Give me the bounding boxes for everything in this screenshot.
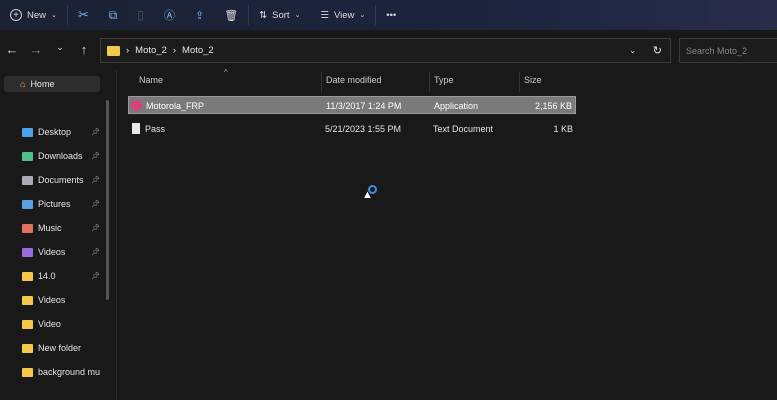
delete-button[interactable]: 🗑︎ (214, 0, 248, 30)
paste-button[interactable]: ▯ (127, 0, 154, 30)
sort-ascending-icon: ^ (224, 68, 228, 77)
chevron-down-icon: ⌄ (51, 12, 57, 19)
sidebar-item[interactable]: background mu (22, 364, 106, 380)
pin-icon[interactable]: 📌︎ (91, 272, 100, 280)
pin-icon[interactable]: 📌︎ (91, 200, 100, 208)
copy-button[interactable]: ⧉ (99, 0, 128, 30)
pin-icon[interactable]: 📌︎ (91, 224, 100, 232)
folder-icon (22, 271, 33, 281)
sidebar-item[interactable]: Desktop 📌︎ (22, 124, 106, 140)
file-row[interactable]: Pass 5/21/2023 1:55 PM Text Document 1 K… (128, 120, 576, 138)
documents-icon (22, 175, 33, 185)
new-button[interactable]: + New ⌄ (0, 0, 67, 30)
share-button[interactable]: ⇪ (185, 0, 214, 30)
sidebar-item-home[interactable]: ⌂ Home (4, 76, 100, 92)
sidebar-item[interactable]: New folder (22, 340, 106, 356)
sidebar: ⌂ Home Desktop 📌︎ Downloads 📌︎ Documents 📌︎ Pic… (0, 70, 110, 400)
share-icon: ⇪ (194, 9, 205, 22)
pin-icon[interactable]: 📌︎ (91, 248, 100, 256)
back-button[interactable]: ← (0, 42, 24, 57)
rename-icon: Ⓐ (163, 10, 175, 22)
file-row[interactable]: Motorola_FRP 11/3/2017 1:24 PM Applicati… (128, 96, 576, 114)
column-divider (519, 72, 520, 92)
column-header-date[interactable]: Date modified (326, 75, 382, 85)
sidebar-item[interactable]: Videos 📌︎ (22, 244, 106, 260)
view-button[interactable]: ☰ View ⌄ (310, 0, 375, 30)
pin-icon[interactable]: 📌︎ (91, 176, 100, 184)
column-header-type[interactable]: Type (434, 75, 454, 85)
rename-button[interactable]: Ⓐ (154, 0, 185, 30)
column-header-size[interactable]: Size (524, 75, 542, 85)
sort-icon: ⇅ (259, 9, 268, 21)
sidebar-scrollbar[interactable] (106, 100, 109, 300)
refresh-icon[interactable]: ↻ (653, 44, 662, 57)
pin-icon[interactable]: 📌︎ (91, 128, 100, 136)
desktop-icon (22, 127, 33, 137)
recent-dropdown[interactable]: ⌄ (48, 42, 72, 57)
chevron-down-icon[interactable]: ⌄ (629, 46, 636, 55)
music-icon (22, 223, 33, 233)
up-button[interactable]: ↑ (72, 42, 96, 57)
column-divider (321, 72, 322, 92)
home-icon: ⌂ (20, 79, 26, 89)
more-button[interactable]: ••• (376, 0, 406, 30)
sidebar-item[interactable]: Downloads 📌︎ (22, 148, 106, 164)
navigation-bar: ← → ⌄ ↑ › Moto_2 › Moto_2 ⌄ ↻ Search Mot… (0, 36, 777, 66)
cut-button[interactable]: ✂ (68, 0, 99, 30)
search-input[interactable]: Search Moto_2 (679, 38, 777, 63)
view-icon: ☰ (320, 9, 329, 21)
divider (116, 70, 117, 400)
breadcrumb[interactable]: Moto_2 (182, 45, 214, 56)
sidebar-item[interactable]: Videos (22, 292, 106, 308)
chevron-down-icon: ⌄ (359, 12, 366, 19)
folder-icon (22, 343, 33, 353)
text-document-icon (132, 123, 140, 134)
folder-icon (107, 45, 120, 56)
pictures-icon (22, 199, 33, 209)
application-icon (131, 100, 142, 111)
plus-icon: + (10, 9, 22, 21)
chevron-down-icon: ⌄ (294, 12, 301, 19)
trash-icon: 🗑︎ (224, 9, 239, 22)
sidebar-item[interactable]: Video (22, 316, 106, 332)
sidebar-item[interactable]: Documents 📌︎ (22, 172, 106, 188)
folder-icon (22, 295, 33, 305)
paste-icon: ▯ (137, 8, 144, 22)
column-divider (429, 72, 430, 92)
folder-icon (22, 367, 33, 377)
sidebar-item[interactable]: Music 📌︎ (22, 220, 106, 236)
address-bar[interactable]: › Moto_2 › Moto_2 ⌄ ↻ (100, 38, 671, 63)
scissors-icon: ✂ (77, 7, 89, 22)
sort-button[interactable]: ⇅ Sort ⌄ (249, 0, 310, 30)
sidebar-item[interactable]: 14.0 📌︎ (22, 268, 106, 284)
breadcrumb[interactable]: Moto_2 (135, 45, 167, 56)
sidebar-item[interactable]: Pictures 📌︎ (22, 196, 106, 212)
column-header-name[interactable]: Name (139, 75, 163, 85)
pin-icon[interactable]: 📌︎ (91, 152, 100, 160)
copy-icon: ⧉ (108, 7, 118, 22)
videos-icon (22, 247, 33, 257)
folder-icon (22, 319, 33, 329)
command-bar: + New ⌄ ✂ ⧉ ▯ Ⓐ ⇪ 🗑︎ ⇅ Sort ⌄ ☰ View ⌄ ••• (0, 0, 777, 30)
download-icon (22, 151, 33, 161)
forward-button[interactable]: → (24, 42, 48, 57)
